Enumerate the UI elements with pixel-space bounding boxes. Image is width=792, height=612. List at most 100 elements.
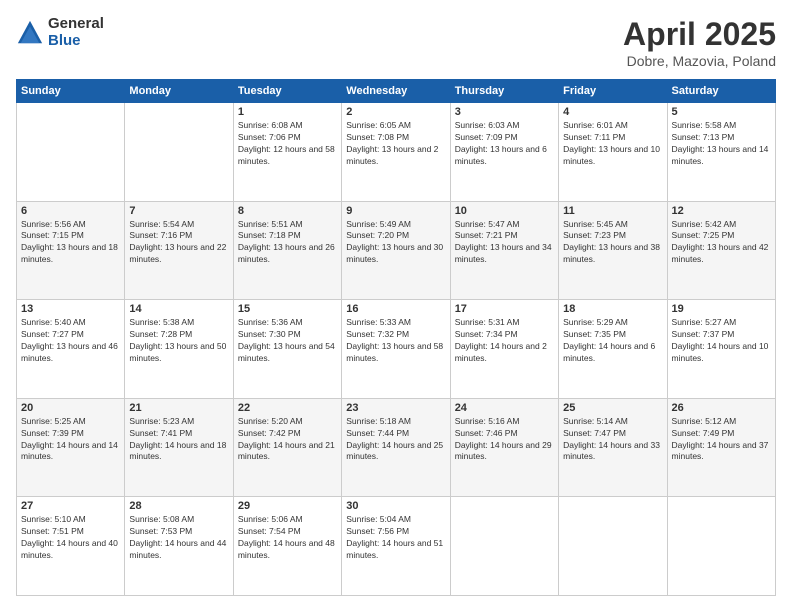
sunset-text: Sunset: 7:27 PM xyxy=(21,329,84,339)
calendar-cell: 13 Sunrise: 5:40 AM Sunset: 7:27 PM Dayl… xyxy=(17,300,125,399)
calendar-week-row: 20 Sunrise: 5:25 AM Sunset: 7:39 PM Dayl… xyxy=(17,398,776,497)
sunset-text: Sunset: 7:44 PM xyxy=(346,428,409,438)
calendar-table: SundayMondayTuesdayWednesdayThursdayFrid… xyxy=(16,79,776,596)
daylight-text: Daylight: 14 hours and 6 minutes. xyxy=(563,341,655,363)
sunrise-text: Sunrise: 5:29 AM xyxy=(563,317,628,327)
sunset-text: Sunset: 7:46 PM xyxy=(455,428,518,438)
calendar-cell: 23 Sunrise: 5:18 AM Sunset: 7:44 PM Dayl… xyxy=(342,398,450,497)
day-number: 14 xyxy=(129,303,228,315)
calendar-cell: 27 Sunrise: 5:10 AM Sunset: 7:51 PM Dayl… xyxy=(17,497,125,596)
sunrise-text: Sunrise: 5:04 AM xyxy=(346,514,411,524)
daylight-text: Daylight: 14 hours and 40 minutes. xyxy=(21,538,118,560)
day-number: 22 xyxy=(238,402,337,414)
sunset-text: Sunset: 7:08 PM xyxy=(346,132,409,142)
sunrise-text: Sunrise: 5:08 AM xyxy=(129,514,194,524)
sunset-text: Sunset: 7:15 PM xyxy=(21,230,84,240)
day-number: 30 xyxy=(346,500,445,512)
sunset-text: Sunset: 7:41 PM xyxy=(129,428,192,438)
daylight-text: Daylight: 14 hours and 10 minutes. xyxy=(672,341,769,363)
day-number: 9 xyxy=(346,205,445,217)
title-month: April 2025 xyxy=(623,16,776,53)
daylight-text: Daylight: 13 hours and 18 minutes. xyxy=(21,242,118,264)
sunrise-text: Sunrise: 5:10 AM xyxy=(21,514,86,524)
daylight-text: Daylight: 14 hours and 33 minutes. xyxy=(563,440,660,462)
sunrise-text: Sunrise: 5:33 AM xyxy=(346,317,411,327)
logo: General Blue xyxy=(16,16,104,49)
calendar-cell: 30 Sunrise: 5:04 AM Sunset: 7:56 PM Dayl… xyxy=(342,497,450,596)
weekday-header: Wednesday xyxy=(342,80,450,103)
calendar-cell: 14 Sunrise: 5:38 AM Sunset: 7:28 PM Dayl… xyxy=(125,300,233,399)
sunset-text: Sunset: 7:11 PM xyxy=(563,132,625,142)
sunset-text: Sunset: 7:16 PM xyxy=(129,230,192,240)
daylight-text: Daylight: 13 hours and 6 minutes. xyxy=(455,144,547,166)
sunset-text: Sunset: 7:39 PM xyxy=(21,428,84,438)
calendar-cell: 21 Sunrise: 5:23 AM Sunset: 7:41 PM Dayl… xyxy=(125,398,233,497)
sunset-text: Sunset: 7:20 PM xyxy=(346,230,409,240)
day-info: Sunrise: 5:36 AM Sunset: 7:30 PM Dayligh… xyxy=(238,317,337,365)
day-info: Sunrise: 5:49 AM Sunset: 7:20 PM Dayligh… xyxy=(346,219,445,267)
day-info: Sunrise: 5:27 AM Sunset: 7:37 PM Dayligh… xyxy=(672,317,771,365)
logo-icon xyxy=(16,19,44,47)
day-number: 18 xyxy=(563,303,662,315)
calendar-cell xyxy=(17,103,125,202)
calendar-cell xyxy=(667,497,775,596)
day-info: Sunrise: 5:08 AM Sunset: 7:53 PM Dayligh… xyxy=(129,514,228,562)
logo-blue: Blue xyxy=(48,33,104,50)
daylight-text: Daylight: 13 hours and 30 minutes. xyxy=(346,242,443,264)
day-info: Sunrise: 5:38 AM Sunset: 7:28 PM Dayligh… xyxy=(129,317,228,365)
sunrise-text: Sunrise: 5:47 AM xyxy=(455,219,520,229)
sunset-text: Sunset: 7:25 PM xyxy=(672,230,735,240)
day-info: Sunrise: 5:23 AM Sunset: 7:41 PM Dayligh… xyxy=(129,416,228,464)
daylight-text: Daylight: 13 hours and 46 minutes. xyxy=(21,341,118,363)
sunset-text: Sunset: 7:42 PM xyxy=(238,428,301,438)
day-number: 24 xyxy=(455,402,554,414)
day-info: Sunrise: 6:03 AM Sunset: 7:09 PM Dayligh… xyxy=(455,120,554,168)
day-info: Sunrise: 5:18 AM Sunset: 7:44 PM Dayligh… xyxy=(346,416,445,464)
calendar-week-row: 6 Sunrise: 5:56 AM Sunset: 7:15 PM Dayli… xyxy=(17,201,776,300)
day-number: 27 xyxy=(21,500,120,512)
title-location: Dobre, Mazovia, Poland xyxy=(623,53,776,69)
calendar-cell xyxy=(125,103,233,202)
sunrise-text: Sunrise: 5:16 AM xyxy=(455,416,520,426)
sunrise-text: Sunrise: 5:54 AM xyxy=(129,219,194,229)
sunset-text: Sunset: 7:51 PM xyxy=(21,526,84,536)
calendar-week-row: 27 Sunrise: 5:10 AM Sunset: 7:51 PM Dayl… xyxy=(17,497,776,596)
day-number: 25 xyxy=(563,402,662,414)
day-number: 7 xyxy=(129,205,228,217)
sunset-text: Sunset: 7:30 PM xyxy=(238,329,301,339)
day-number: 16 xyxy=(346,303,445,315)
day-number: 10 xyxy=(455,205,554,217)
daylight-text: Daylight: 13 hours and 50 minutes. xyxy=(129,341,226,363)
day-info: Sunrise: 6:05 AM Sunset: 7:08 PM Dayligh… xyxy=(346,120,445,168)
daylight-text: Daylight: 13 hours and 26 minutes. xyxy=(238,242,335,264)
sunset-text: Sunset: 7:18 PM xyxy=(238,230,301,240)
calendar-cell: 16 Sunrise: 5:33 AM Sunset: 7:32 PM Dayl… xyxy=(342,300,450,399)
calendar-cell xyxy=(450,497,558,596)
calendar-cell: 15 Sunrise: 5:36 AM Sunset: 7:30 PM Dayl… xyxy=(233,300,341,399)
sunrise-text: Sunrise: 5:20 AM xyxy=(238,416,303,426)
sunset-text: Sunset: 7:47 PM xyxy=(563,428,626,438)
sunrise-text: Sunrise: 5:45 AM xyxy=(563,219,628,229)
sunset-text: Sunset: 7:54 PM xyxy=(238,526,301,536)
sunset-text: Sunset: 7:21 PM xyxy=(455,230,518,240)
sunrise-text: Sunrise: 5:49 AM xyxy=(346,219,411,229)
day-info: Sunrise: 5:14 AM Sunset: 7:47 PM Dayligh… xyxy=(563,416,662,464)
day-number: 13 xyxy=(21,303,120,315)
daylight-text: Daylight: 14 hours and 25 minutes. xyxy=(346,440,443,462)
day-info: Sunrise: 5:06 AM Sunset: 7:54 PM Dayligh… xyxy=(238,514,337,562)
sunrise-text: Sunrise: 5:23 AM xyxy=(129,416,194,426)
day-number: 19 xyxy=(672,303,771,315)
calendar-cell: 4 Sunrise: 6:01 AM Sunset: 7:11 PM Dayli… xyxy=(559,103,667,202)
sunrise-text: Sunrise: 5:14 AM xyxy=(563,416,628,426)
calendar-cell: 3 Sunrise: 6:03 AM Sunset: 7:09 PM Dayli… xyxy=(450,103,558,202)
sunrise-text: Sunrise: 6:05 AM xyxy=(346,120,411,130)
weekday-header: Friday xyxy=(559,80,667,103)
sunset-text: Sunset: 7:34 PM xyxy=(455,329,518,339)
sunset-text: Sunset: 7:53 PM xyxy=(129,526,192,536)
daylight-text: Daylight: 14 hours and 2 minutes. xyxy=(455,341,547,363)
daylight-text: Daylight: 13 hours and 42 minutes. xyxy=(672,242,769,264)
daylight-text: Daylight: 13 hours and 10 minutes. xyxy=(563,144,660,166)
calendar-cell: 7 Sunrise: 5:54 AM Sunset: 7:16 PM Dayli… xyxy=(125,201,233,300)
day-number: 8 xyxy=(238,205,337,217)
day-info: Sunrise: 6:08 AM Sunset: 7:06 PM Dayligh… xyxy=(238,120,337,168)
